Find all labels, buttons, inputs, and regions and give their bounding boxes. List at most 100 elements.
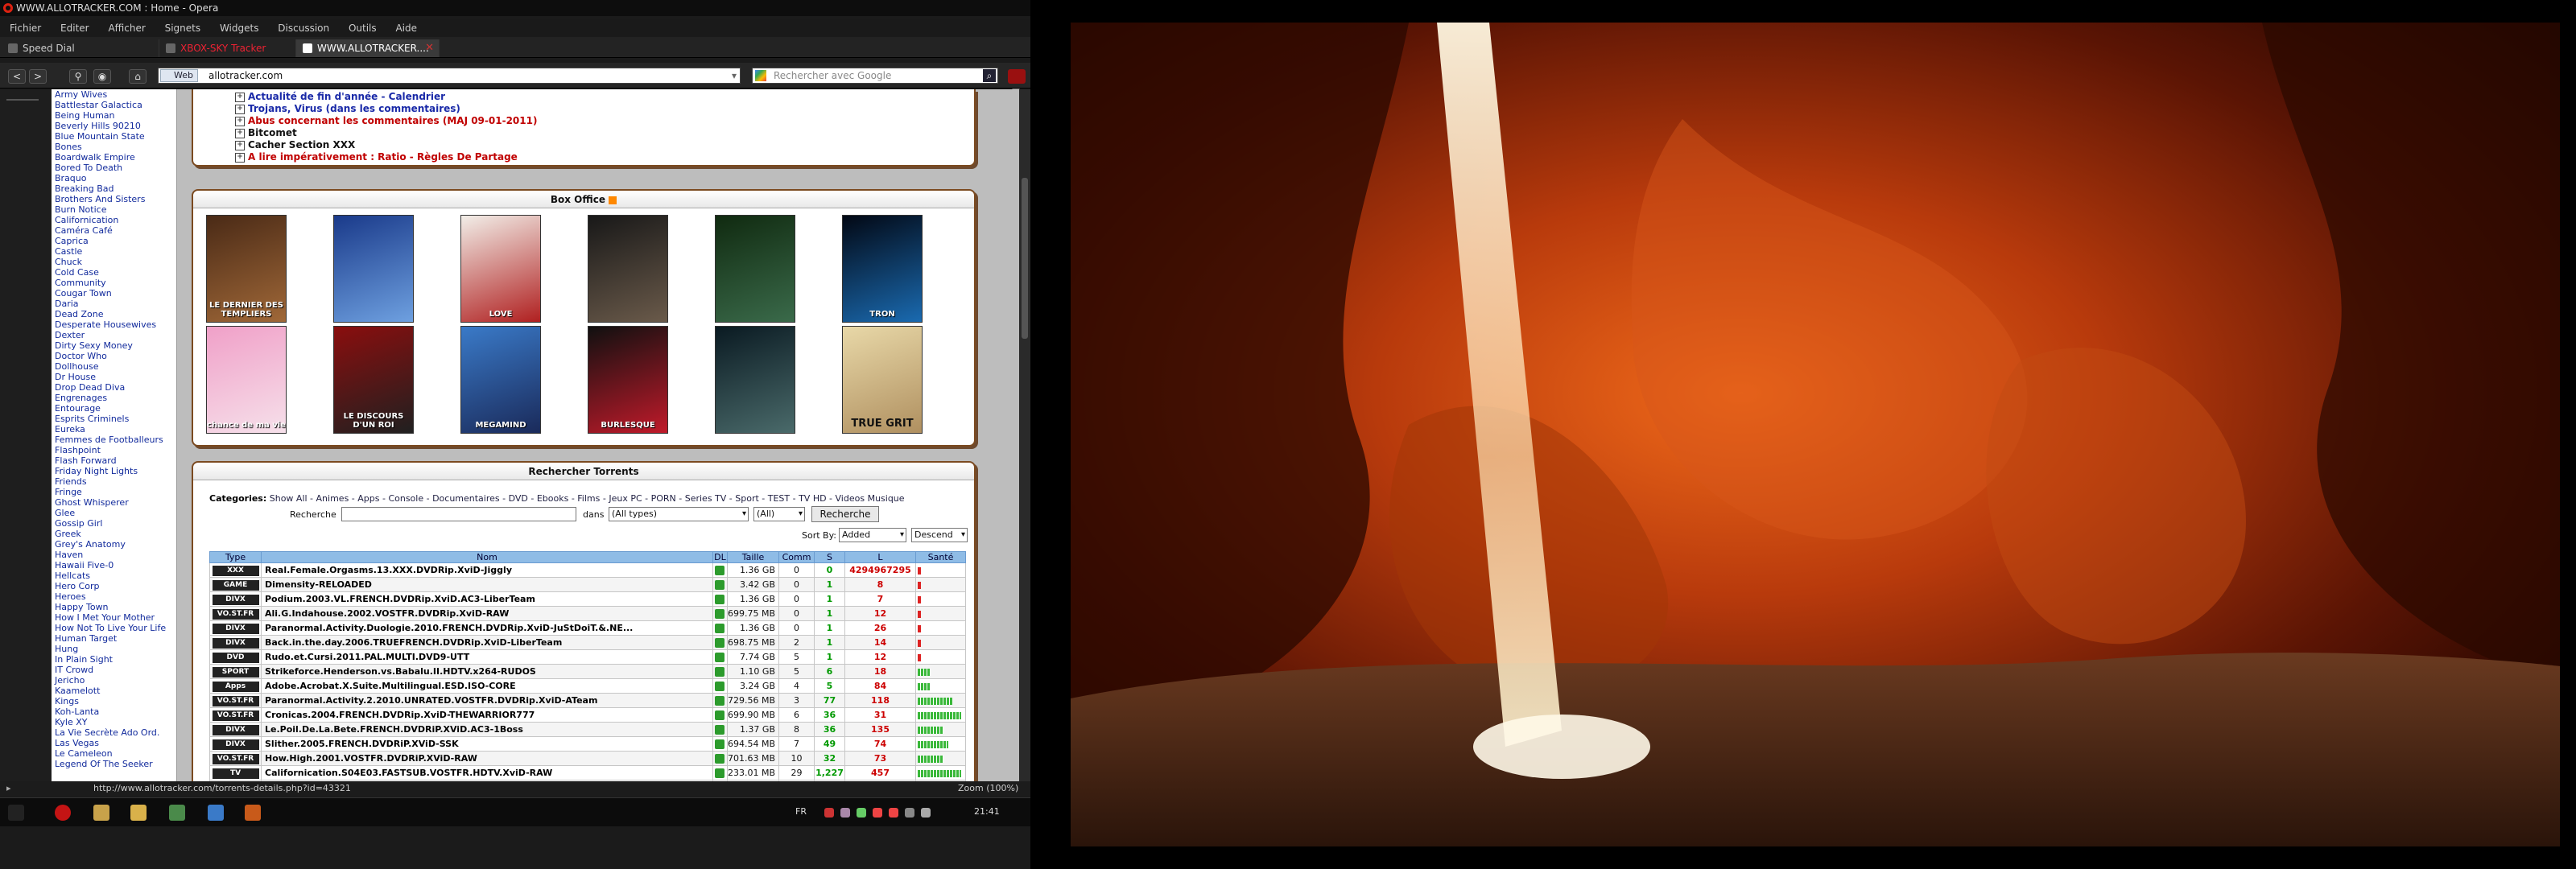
sidebar-item[interactable]: Bored To Death [52,163,176,173]
sidebar-item[interactable]: Kaamelott [52,686,176,696]
sidebar-item[interactable]: Battlestar Galactica [52,100,176,110]
torrent-name[interactable]: Ali.G.Indahouse.2002.VOSTFR.DVDRip.XviD-… [261,606,713,621]
news-item[interactable]: Trojans, Virus (dans les commentaires) [193,103,974,115]
sidebar-item[interactable]: Friends [52,476,176,487]
chevron-down-icon[interactable]: ▾ [732,68,737,83]
type-cell[interactable]: GAME [209,577,262,592]
sidebar-item[interactable]: Dirty Sexy Money [52,340,176,351]
network-tray-icon[interactable] [905,808,914,818]
sidebar-item[interactable]: Femmes de Footballeurs [52,434,176,445]
sidebar-item[interactable]: Hung [52,644,176,654]
close-tab-icon[interactable]: ✕ [425,39,434,57]
col-leechers[interactable]: L [844,551,916,563]
recherche-input[interactable] [341,507,576,521]
download-icon[interactable] [715,667,725,677]
download-icon[interactable] [715,624,725,633]
download-icon[interactable] [715,653,725,662]
torrent-name[interactable]: Real.Female.Orgasms.13.XXX.DVDRip.XviD-J… [261,562,713,578]
category-badge[interactable]: DIVX [212,724,259,735]
sidebar-item[interactable]: Being Human [52,110,176,121]
table-row[interactable]: DIVX Le.Poil.De.La.Bete.FRENCH.DVDRiP.XVi… [209,722,966,737]
torrent-name[interactable]: Paranormal.Activity.Duologie.2010.FRENCH… [261,620,713,636]
volume-icon[interactable] [921,808,931,818]
download-icon[interactable] [715,725,725,735]
sidebar-item[interactable]: Legend Of The Seeker [52,759,176,769]
computer-icon[interactable] [208,805,224,821]
menu-afficher[interactable]: Afficher [98,19,151,37]
forward-button[interactable]: > [29,69,47,84]
opera-taskbar-icon[interactable] [55,805,71,821]
sidebar-item[interactable]: Human Target [52,633,176,644]
back-button[interactable]: < [8,69,26,84]
sidebar-item[interactable]: Kings [52,696,176,706]
sidebar-item[interactable]: Dr House [52,372,176,382]
category-badge[interactable]: VO.ST.FR [212,695,259,706]
category-badge[interactable]: VO.ST.FR [212,753,259,764]
sidebar-item[interactable]: Greek [52,529,176,539]
sidebar-item[interactable]: Dexter [52,330,176,340]
type-cell[interactable]: SPORT [209,664,262,679]
sidebar-item[interactable]: Fringe [52,487,176,497]
sidebar-item[interactable]: Gossip Girl [52,518,176,529]
category-badge[interactable]: Apps [212,681,259,692]
turbo-icon[interactable]: ◉ [93,69,111,84]
language-indicator[interactable]: FR [795,806,807,817]
sidebar-item[interactable]: Le Cameleon [52,748,176,759]
category-badge[interactable]: DVD [212,652,259,663]
sidebar-item[interactable]: How Not To Live Your Life [52,623,176,633]
sidebar-item[interactable]: Caprica [52,236,176,246]
dl-cell[interactable] [712,606,728,621]
news-item[interactable]: A lire impérativement : Ratio - Règles D… [193,151,974,163]
sidebar-item[interactable]: Entourage [52,403,176,414]
movie-poster[interactable]: LE DISCOURS D'UN ROI [333,326,414,434]
scrollbar-thumb[interactable] [1022,178,1028,339]
download-icon[interactable] [715,696,725,706]
table-row[interactable]: VO.ST.FR Paranormal.Activity.2.2010.UNRAT… [209,693,966,708]
table-row[interactable]: GAME Dimensity-RELOADED 3.42 GB 0 1 8 [209,577,966,592]
sidebar-item[interactable]: Hero Corp [52,581,176,591]
panel-toggle-icon[interactable]: ▸ [6,781,11,796]
type-cell[interactable]: DIVX [209,635,262,650]
comments-cell[interactable]: 0 [778,591,815,607]
movie-poster[interactable]: TRUE GRIT [842,326,923,434]
sidebar-item[interactable]: Dead Zone [52,309,176,319]
dl-cell[interactable] [712,591,728,607]
sidebar-item[interactable]: Daria [52,299,176,309]
torrent-name[interactable]: Adobe.Acrobat.X.Suite.Multilingual.ESD.I… [261,678,713,694]
col-dl[interactable]: DL [712,551,728,563]
sidebar-item[interactable]: Kyle XY [52,717,176,727]
comments-cell[interactable]: 4 [778,678,815,694]
category-badge[interactable]: VO.ST.FR [212,710,259,721]
page-scrollbar[interactable] [1019,89,1030,781]
sidebar-item[interactable]: Dollhouse [52,361,176,372]
sidebar-item[interactable]: Koh-Lanta [52,706,176,717]
table-row[interactable]: TV Californication.S04E03.FASTSUB.VOSTFR.… [209,765,966,780]
tray-icon[interactable] [857,808,866,818]
type-cell[interactable]: VO.ST.FR [209,606,262,621]
comments-cell[interactable]: 5 [778,664,815,679]
sidebar-item[interactable]: Hawaii Five-0 [52,560,176,570]
torrent-name[interactable]: Back.in.the.day.2006.TRUEFRENCH.DVDRip.X… [261,635,713,650]
clock[interactable]: 21:41 [974,806,1000,817]
sidebar-item[interactable]: Braquo [52,173,176,183]
col-comm[interactable]: Comm [778,551,815,563]
table-row[interactable]: SPORT Strikeforce.Henderson.vs.Babalu.II.… [209,664,966,679]
dl-cell[interactable] [712,649,728,665]
sidebar-item[interactable]: Californication [52,215,176,225]
dl-cell[interactable] [712,707,728,723]
table-row[interactable]: Apps Adobe.Acrobat.X.Suite.Multilingual.E… [209,678,966,694]
sidebar-item[interactable]: Boardwalk Empire [52,152,176,163]
tray-icon[interactable] [824,808,834,818]
sidebar-item[interactable]: Castle [52,246,176,257]
sidebar-item[interactable]: Eureka [52,424,176,434]
comments-cell[interactable]: 7 [778,736,815,752]
tab-allotracker[interactable]: WWW.ALLOTRACKER.... ✕ [296,39,440,57]
comments-cell[interactable]: 0 [778,577,815,592]
category-links[interactable]: Show All - Animes - Apps - Console - Doc… [270,493,905,504]
comments-cell[interactable]: 6 [778,707,815,723]
torrent-name[interactable]: Le.Poil.De.La.Bete.FRENCH.DVDRiP.XViD.AC… [261,722,713,737]
home-icon[interactable]: ⌂ [129,69,147,84]
table-row[interactable]: DIVX Slither.2005.FRENCH.DVDRiP.XViD-SSK 6… [209,736,966,752]
table-row[interactable]: VO.ST.FR Cronicas.2004.FRENCH.DVDRip.XviD… [209,707,966,723]
comments-cell[interactable]: 10 [778,751,815,766]
